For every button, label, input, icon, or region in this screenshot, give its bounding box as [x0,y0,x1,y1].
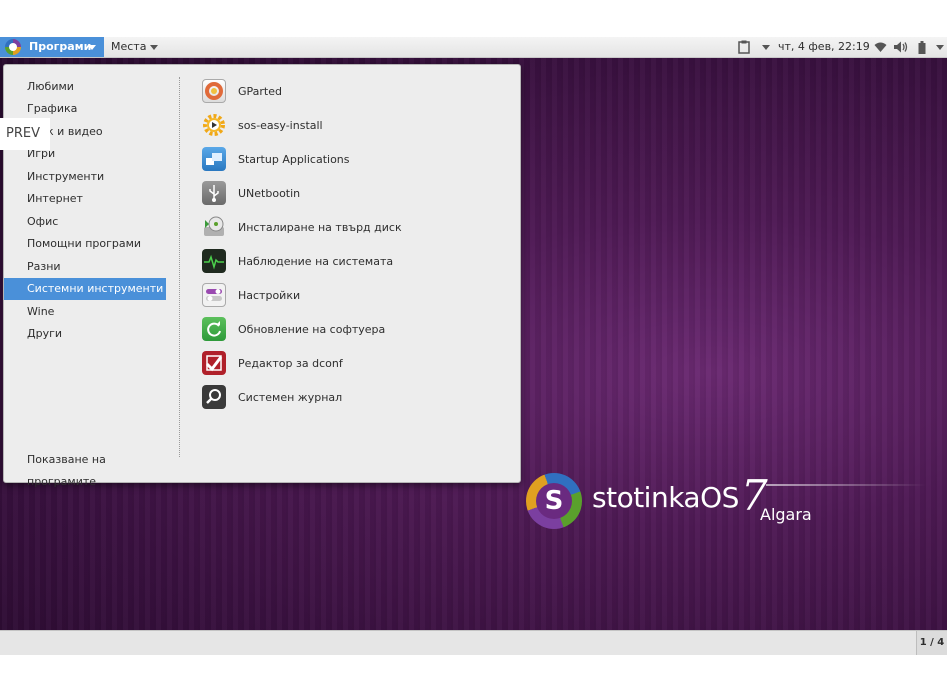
battery-indicator[interactable] [918,37,926,57]
app-startup-applications[interactable]: Startup Applications [202,145,502,175]
usb-icon [202,181,226,205]
app-unetbootin[interactable]: UNetbootin [202,179,502,209]
places-label: Места [111,40,147,53]
refresh-icon [202,317,226,341]
chevron-down-icon [88,45,96,50]
app-dconf-editor[interactable]: Редактор за dconf [202,349,502,379]
system-menu-button[interactable] [936,37,944,57]
app-gparted[interactable]: GParted [202,77,502,107]
workspace-indicator[interactable]: 1 / 4 [916,631,947,655]
bottom-panel: 1 / 4 [0,630,947,655]
app-software-update[interactable]: Обновление на софтуера [202,315,502,345]
network-indicator[interactable] [874,37,887,57]
app-label: sos-easy-install [238,119,323,132]
app-sos-easy-install[interactable]: sos-easy-install [202,111,502,141]
chevron-down-icon [761,44,770,50]
applications-menu-button[interactable]: Програми [0,37,104,57]
gparted-icon [202,79,226,103]
category-system-tools[interactable]: Системни инструменти [4,278,166,300]
app-label: Startup Applications [238,153,350,166]
category-utilities[interactable]: Помощни програми [4,233,166,255]
category-internet[interactable]: Интернет [4,188,166,210]
app-label: Инсталиране на твърд диск [238,221,402,234]
menu-separator [179,77,180,457]
top-panel: Програми Места чт, 4 фев, 22:19 [0,37,947,58]
category-misc[interactable]: Разни [4,256,166,278]
app-system-monitor[interactable]: Наблюдение на системата [202,247,502,277]
app-label: Настройки [238,289,301,302]
startup-apps-icon [202,147,226,171]
volume-indicator[interactable] [894,37,908,57]
toggles-icon [202,283,226,307]
places-menu-button[interactable]: Места [111,37,159,57]
battery-icon [918,40,926,54]
chevron-down-icon [936,44,944,50]
distro-logo-icon [5,39,21,55]
gear-icon [202,113,226,137]
wifi-icon [874,42,887,52]
show-applications-link[interactable]: Показване на програмите [4,449,166,488]
category-office[interactable]: Офис [4,211,166,233]
category-other[interactable]: Други [4,323,166,345]
chevron-down-icon [150,44,159,50]
app-label: UNetbootin [238,187,301,200]
system-monitor-icon [202,249,226,273]
prev-button[interactable]: PREV [0,118,50,150]
clock[interactable]: чт, 4 фев, 22:19 [778,37,870,57]
brand-name: stotinkaOS [592,481,739,514]
stotinkaos-logo-icon: S [526,473,582,529]
app-label: Редактор за dconf [238,357,343,370]
category-favorites[interactable]: Любими [4,76,166,98]
applications-menu: Любими Графика Звук и видео Игри Инструм… [3,64,521,488]
app-install-hard-disk[interactable]: Инсталиране на твърд диск [202,213,502,243]
stotinkaos-branding: S stotinkaOS 7 Algara [526,471,926,531]
category-wine[interactable]: Wine [4,301,166,323]
app-label: GParted [238,85,282,98]
app-settings[interactable]: Настройки [202,281,502,311]
speaker-icon [894,41,908,53]
applications-label: Програми [29,40,92,53]
disk-install-icon [202,215,226,239]
clipboard-icon [738,40,750,54]
dconf-icon [202,351,226,375]
category-graphics[interactable]: Графика [4,98,166,120]
app-system-log[interactable]: Системен журнал [202,383,502,413]
app-label: Системен журнал [238,391,343,404]
app-label: Наблюдение на системата [238,255,394,268]
brand-codename: Algara [760,505,812,524]
brand-divider [766,484,926,486]
clipboard-indicator[interactable] [738,37,770,57]
app-label: Обновление на софтуера [238,323,386,336]
logo-letter: S [536,483,572,519]
category-tools[interactable]: Инструменти [4,166,166,188]
magnifier-icon [202,385,226,409]
